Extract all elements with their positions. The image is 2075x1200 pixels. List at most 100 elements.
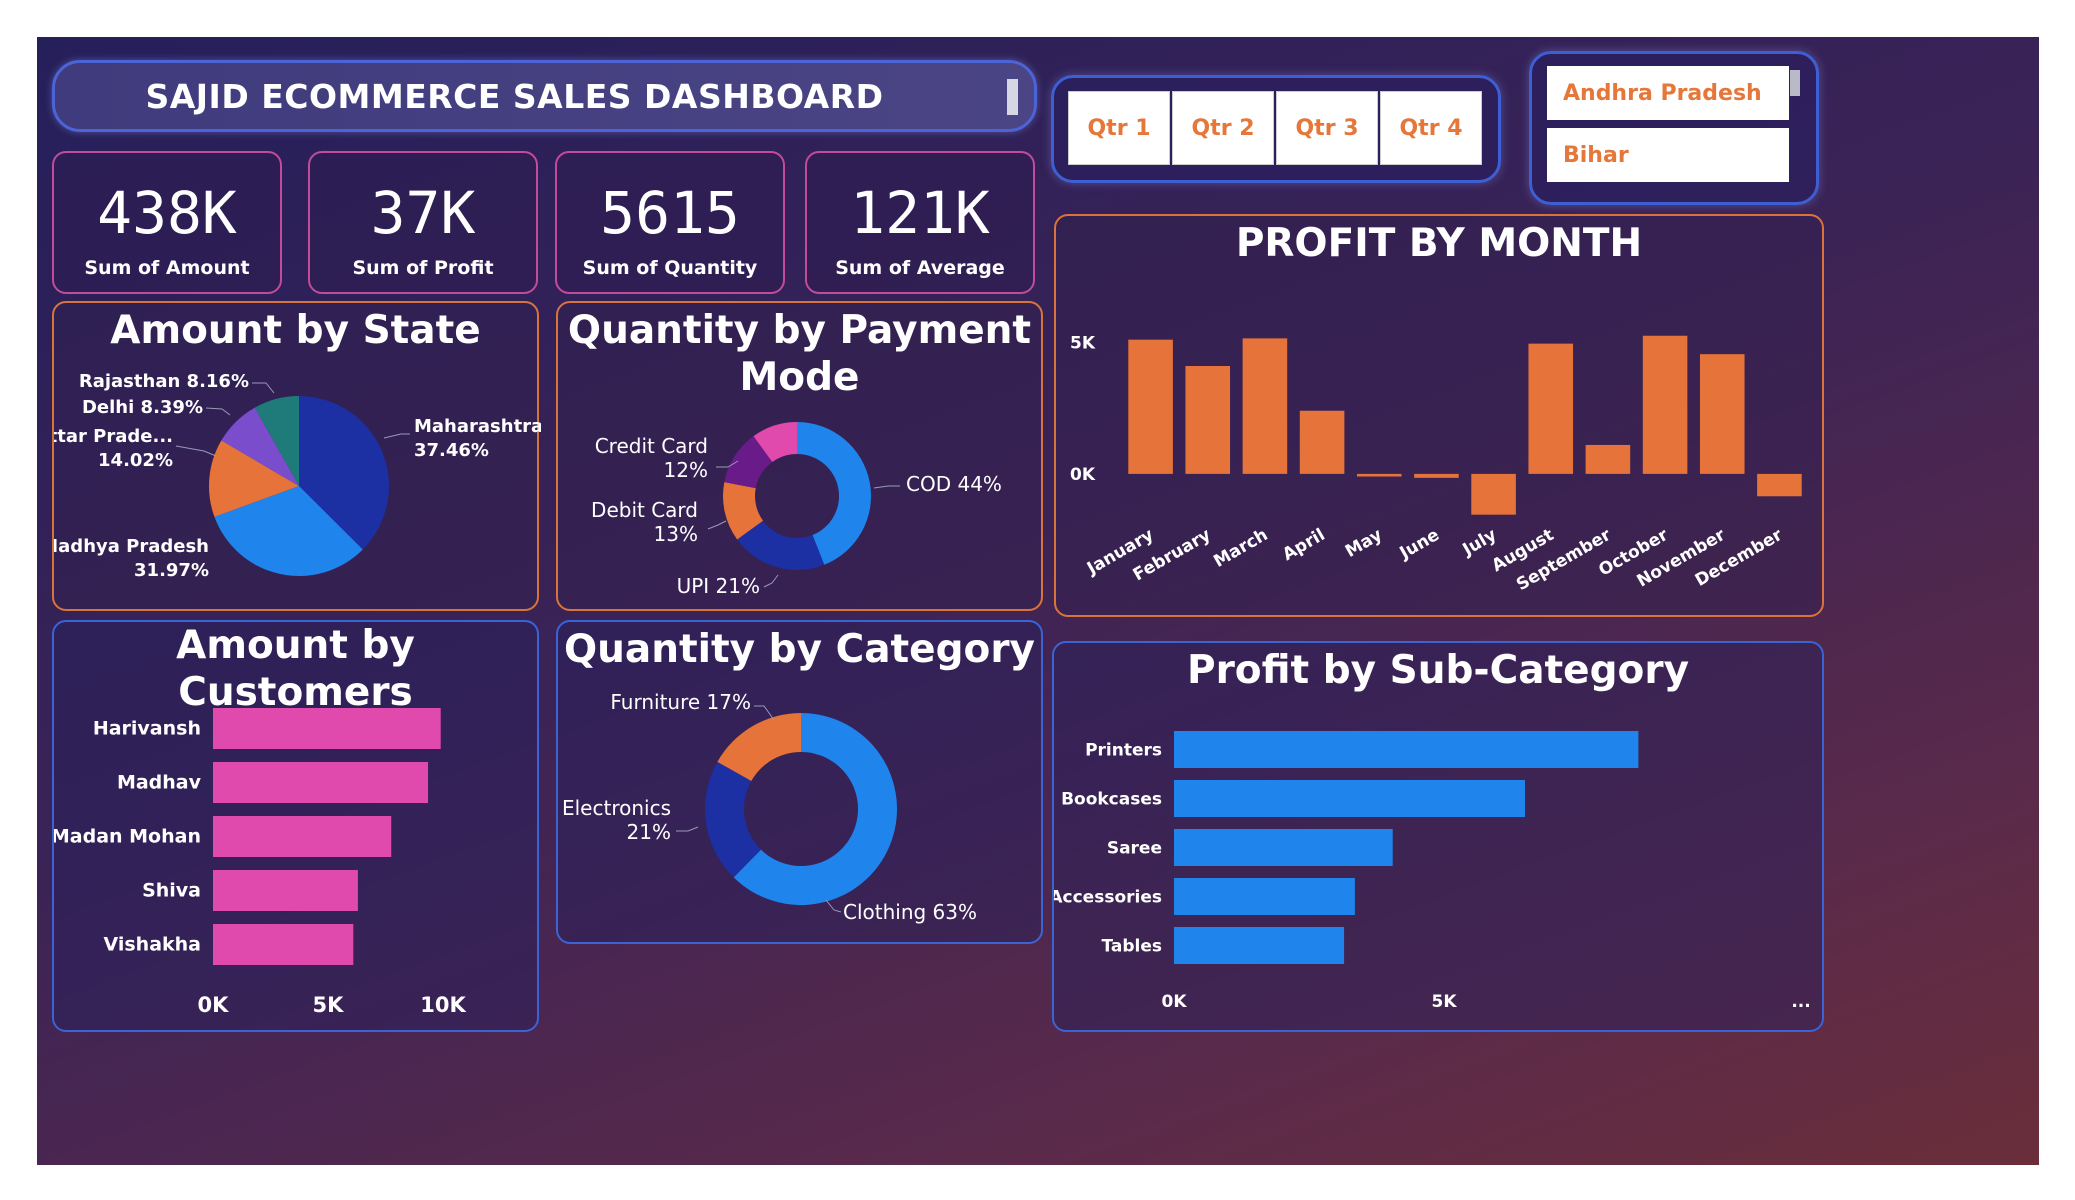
category-label: Accessories <box>1054 888 1162 908</box>
bar <box>213 924 354 965</box>
slicer-option-andhra-pradesh[interactable]: Andhra Pradesh <box>1547 66 1789 120</box>
dashboard-title-bar: SAJID ECOMMERCE SALES DASHBOARD <box>52 60 1037 132</box>
slicer-option-bihar[interactable]: Bihar <box>1547 128 1789 182</box>
y-tick-label: 0K <box>1070 465 1096 485</box>
x-tick-label: 10K <box>420 993 466 1017</box>
slice-label: UPI 21% <box>677 574 760 598</box>
x-tick-label: June <box>1396 525 1443 564</box>
x-tick-label: 5K <box>313 993 345 1017</box>
kpi-value: 121K <box>850 179 990 247</box>
slice-label: 14.02% <box>98 450 173 471</box>
slice-label: Debit Card <box>591 498 698 522</box>
slice-label: Clothing 63% <box>843 900 977 924</box>
kpi-value: 438K <box>97 179 237 247</box>
bar <box>1642 335 1688 474</box>
quantity-by-category-chart: Clothing 63% Electronics21% Furniture 17% <box>562 690 977 924</box>
quantity-by-payment-panel: Quantity by Payment Mode COD 44% UPI 21% D… <box>556 301 1043 611</box>
slice-label: Madhya Pradesh <box>54 536 209 557</box>
y-tick-label: 5K <box>1070 333 1096 353</box>
bar <box>1174 829 1393 866</box>
category-label: Tables <box>1101 937 1162 957</box>
kpi-card-average: 121K Sum of Average <box>805 151 1035 294</box>
bar <box>1299 410 1345 474</box>
profit-by-subcategory-panel: Profit by Sub-Category Printers Bookcases… <box>1052 641 1824 1032</box>
dashboard-title: SAJID ECOMMERCE SALES DASHBOARD <box>145 76 884 116</box>
more-indicator: ... <box>1791 992 1810 1012</box>
bar <box>1242 338 1288 474</box>
x-tick-label: April <box>1279 525 1328 565</box>
slicer-option-qtr-1[interactable]: Qtr 1 <box>1068 91 1170 165</box>
category-label: Printers <box>1085 741 1162 761</box>
kpi-card-profit: 37K Sum of Profit <box>308 151 538 294</box>
kpi-label: Sum of Quantity <box>582 257 758 279</box>
slice-label: 31.97% <box>134 560 209 581</box>
category-label: Saree <box>1107 839 1162 859</box>
bar <box>1174 878 1355 915</box>
slicer-option-qtr-3[interactable]: Qtr 3 <box>1276 91 1378 165</box>
category-label: Madan Mohan <box>54 826 201 848</box>
profit-by-subcategory-chart: Printers Bookcases Saree Accessories Tables 0… <box>1054 731 1811 1012</box>
bar <box>1185 366 1231 474</box>
profit-by-month-chart: 5K0KJanuaryFebruaryMarch April May June July… <box>1070 333 1802 595</box>
bar <box>1174 731 1639 768</box>
slice-label: Furniture 17% <box>610 690 751 714</box>
bar <box>213 708 441 749</box>
bar <box>1699 354 1745 474</box>
slice-label: Delhi 8.39% <box>82 397 203 418</box>
dashboard-canvas: SAJID ECOMMERCE SALES DASHBOARD 438K Sum… <box>37 37 2039 1165</box>
slicer-option-qtr-2[interactable]: Qtr 2 <box>1172 91 1274 165</box>
slice-label: COD 44% <box>906 472 1002 496</box>
slice-label: 37.46% <box>414 440 489 461</box>
bar <box>213 762 429 803</box>
slice-label: Uttar Prade... <box>54 426 173 447</box>
slice-label: 21% <box>627 820 671 844</box>
amount-by-state-chart: Maharashtra 37.46% Madhya Pradesh 31.97% Utt… <box>54 371 541 581</box>
leader-line <box>383 433 410 439</box>
amount-by-state-panel: Amount by State Maharashtra 37.46% Madhya … <box>52 301 541 611</box>
slice-label: Electronics <box>562 796 671 820</box>
bar <box>1471 473 1516 515</box>
kpi-value: 5615 <box>600 179 740 247</box>
leader-line <box>707 520 727 530</box>
bar <box>1174 780 1525 817</box>
category-label: Madhav <box>117 772 202 794</box>
state-slicer-scrollbar[interactable] <box>1790 70 1800 96</box>
bar <box>1528 343 1574 474</box>
kpi-card-amount: 438K Sum of Amount <box>52 151 282 294</box>
category-label: Shiva <box>142 880 201 902</box>
kpi-label: Sum of Profit <box>352 257 494 279</box>
slicer-option-qtr-4[interactable]: Qtr 4 <box>1380 91 1482 165</box>
x-tick-label: 0K <box>1161 992 1187 1012</box>
category-label: Harivansh <box>93 718 201 740</box>
kpi-label: Sum of Average <box>835 257 1005 279</box>
state-slicer: Andhra Pradesh Bihar <box>1529 51 1819 205</box>
bar <box>1174 927 1345 964</box>
x-tick-label: March <box>1210 525 1271 572</box>
slice-label: Maharashtra <box>414 416 541 437</box>
kpi-card-quantity: 5615 Sum of Quantity <box>555 151 785 294</box>
bar <box>213 816 392 857</box>
leader-line <box>763 574 779 588</box>
leader-line <box>175 445 217 457</box>
bar <box>1414 473 1459 478</box>
bar <box>1585 444 1631 474</box>
slice-label: 12% <box>664 458 708 482</box>
slice-label: Credit Card <box>595 434 708 458</box>
title-scroll-handle[interactable] <box>1007 79 1018 115</box>
kpi-value: 37K <box>370 179 476 247</box>
amount-by-customers-chart: Harivansh Madhav Madan Mohan Shiva Vishakha 0… <box>54 708 466 1017</box>
leader-line <box>825 899 842 913</box>
profit-by-month-panel: PROFIT BY MONTH 5K 0K January February March… <box>1054 214 1824 617</box>
bar <box>213 870 358 911</box>
slice-label: Rajasthan 8.16% <box>79 371 249 392</box>
x-tick-label: 0K <box>198 993 230 1017</box>
leader-line <box>873 485 900 489</box>
kpi-label: Sum of Amount <box>84 257 250 279</box>
x-tick-label: 5K <box>1431 992 1457 1012</box>
x-tick-label: May <box>1342 525 1386 562</box>
bar <box>1128 339 1173 474</box>
slice-label: 13% <box>654 522 698 546</box>
quantity-by-payment-chart: COD 44% UPI 21% Debit Card13% Credit Card12… <box>591 422 1002 598</box>
amount-by-customers-panel: Amount by Customers Harivansh Madhav Madan… <box>52 620 539 1032</box>
bar <box>1757 473 1802 497</box>
